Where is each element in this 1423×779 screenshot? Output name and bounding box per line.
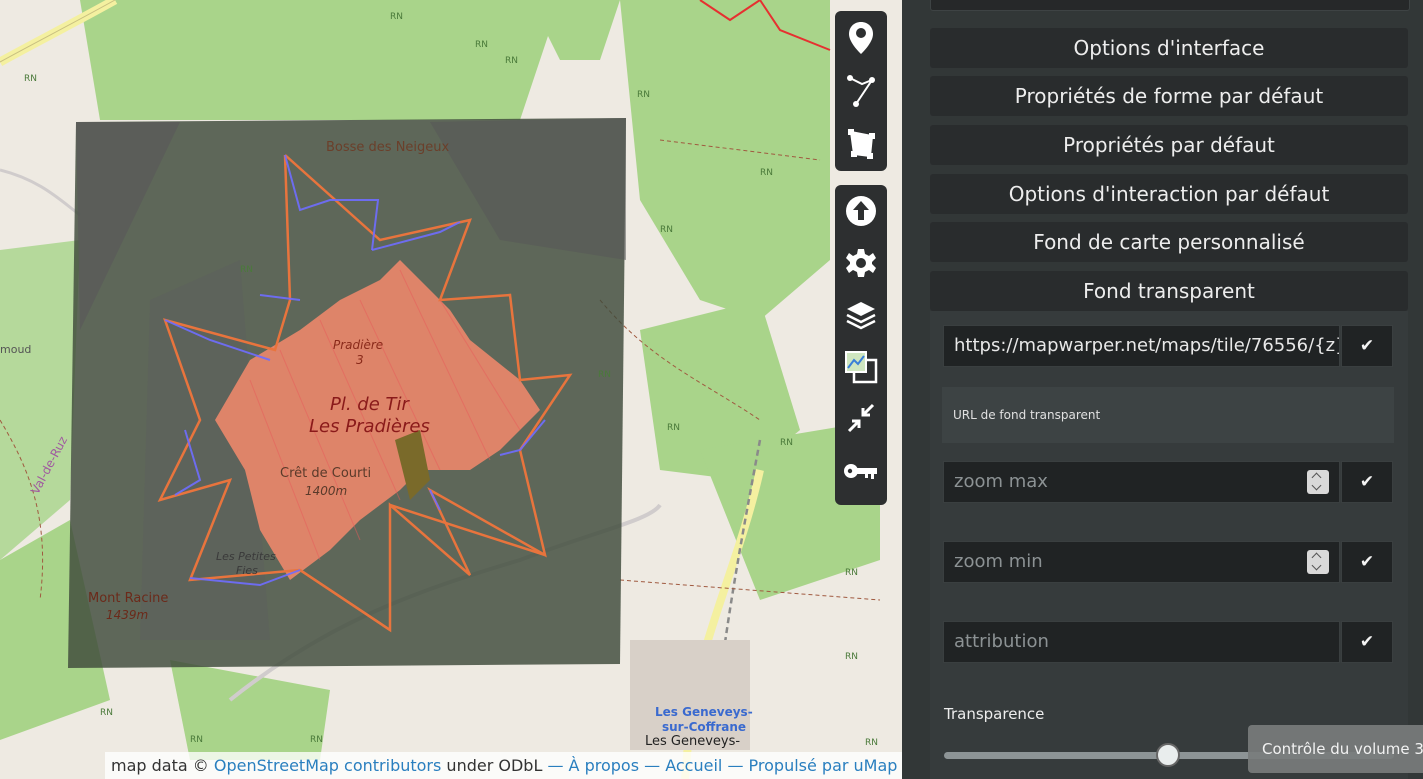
- edit-toolbar: [835, 11, 887, 171]
- home-link[interactable]: — Accueil: [644, 756, 722, 775]
- overlay-url-input[interactable]: https://mapwarper.net/maps/tile/76556/{z…: [943, 325, 1340, 367]
- map-label-mont-racine-alt: 1439m: [106, 608, 149, 622]
- rn-marker: RN: [780, 438, 793, 448]
- zoom-min-stepper[interactable]: [1307, 550, 1329, 574]
- osm-link[interactable]: OpenStreetMap contributors: [214, 756, 442, 775]
- volume-tooltip: Contrôle du volume 31: [1248, 725, 1423, 773]
- zoom-max-row: zoom max ✔: [943, 461, 1393, 503]
- collapse-icon: [847, 403, 875, 433]
- rn-marker: RN: [310, 735, 323, 745]
- transparence-label: Transparence: [944, 705, 1045, 723]
- rn-marker: RN: [845, 652, 858, 662]
- rn-marker: RN: [660, 225, 673, 235]
- add-marker-button[interactable]: [835, 12, 887, 64]
- tilelayer-button[interactable]: [835, 341, 887, 393]
- zoom-max-confirm-button[interactable]: ✔: [1341, 461, 1393, 503]
- rn-marker: RN: [865, 738, 878, 748]
- zoom-min-row: zoom min ✔: [943, 541, 1393, 583]
- upload-icon: [846, 196, 876, 226]
- rn-marker: RN: [240, 265, 253, 275]
- map-tiles: [0, 0, 902, 779]
- about-link[interactable]: — À propos: [547, 756, 639, 775]
- tilelayer-icon: [845, 351, 878, 384]
- overlay-url-confirm-button[interactable]: ✔: [1341, 325, 1393, 367]
- map-label-pradiere-num: 3: [356, 353, 364, 367]
- rn-marker: RN: [24, 74, 37, 84]
- section-default-properties[interactable]: Propriétés par défaut: [930, 125, 1408, 165]
- rn-marker: RN: [475, 40, 488, 50]
- layers-button[interactable]: [835, 289, 887, 341]
- map-label-pradieres: Les Pradières: [309, 416, 430, 437]
- permissions-button[interactable]: [835, 445, 887, 497]
- map-label-geneveys-town: Les Geneveys-: [645, 734, 741, 749]
- map-label-petites: Les Petites: [216, 550, 276, 563]
- section-custom-background[interactable]: Fond de carte personnalisé: [930, 222, 1408, 262]
- rn-marker: RN: [390, 12, 403, 22]
- zoom-min-input[interactable]: zoom min: [943, 541, 1340, 583]
- map-label-geneveys-2: sur-Coffrane: [662, 720, 747, 734]
- map-label-pradiere: Pradière: [333, 338, 384, 352]
- attribution-row: attribution ✔: [943, 621, 1393, 663]
- key-icon: [844, 464, 877, 479]
- import-button[interactable]: [835, 185, 887, 237]
- zoom-min-confirm-button[interactable]: ✔: [1341, 541, 1393, 583]
- map-view[interactable]: Bosse des Neigeux Pradière 3 Pl. de Tir …: [0, 0, 902, 779]
- gear-icon: [846, 249, 876, 277]
- center-map-button[interactable]: [835, 393, 887, 445]
- section-default-interaction-options[interactable]: Options d'interaction par défaut: [930, 174, 1408, 214]
- zoom-max-input[interactable]: zoom max: [943, 461, 1340, 503]
- attribution-prefix: map data ©: [111, 756, 214, 775]
- attribution-input[interactable]: attribution: [943, 621, 1340, 663]
- polyline-icon: [847, 74, 875, 107]
- settings-panel: Options d'interface Propriétés de forme …: [902, 0, 1423, 779]
- powered-by-link[interactable]: — Propulsé par uMap: [727, 756, 897, 775]
- transparence-slider-thumb[interactable]: [1156, 743, 1180, 767]
- map-label-cret: Crêt de Courti: [280, 466, 372, 481]
- attribution-confirm-button[interactable]: ✔: [1341, 621, 1393, 663]
- rn-marker: RN: [845, 568, 858, 578]
- attribution-license: under ODbL: [441, 756, 548, 775]
- map-label-moud: moud: [0, 343, 32, 356]
- section-default-shape-properties[interactable]: Propriétés de forme par défaut: [930, 76, 1408, 116]
- attribution-bar: map data © OpenStreetMap contributors un…: [105, 752, 902, 779]
- rn-marker: RN: [637, 90, 650, 100]
- section-overlay-background[interactable]: Fond transparent: [930, 271, 1408, 311]
- map-label-cret-alt: 1400m: [305, 484, 348, 498]
- map-label-pl-tir: Pl. de Tir: [330, 394, 409, 415]
- map-settings-button[interactable]: [835, 237, 887, 289]
- rn-marker: RN: [598, 370, 611, 380]
- map-label-mont-racine: Mont Racine: [88, 591, 169, 606]
- polygon-icon: [848, 129, 875, 160]
- rn-marker: RN: [190, 735, 203, 745]
- map-label-fies: Fies: [236, 564, 258, 577]
- settings-toolbar: [835, 185, 887, 505]
- zoom-max-stepper[interactable]: [1307, 470, 1329, 494]
- rn-marker: RN: [760, 168, 773, 178]
- rn-marker: RN: [505, 56, 518, 66]
- draw-polygon-button[interactable]: [835, 118, 887, 170]
- overlay-url-row: https://mapwarper.net/maps/tile/76556/{z…: [943, 325, 1393, 367]
- rn-marker: RN: [667, 423, 680, 433]
- section-interface-options[interactable]: Options d'interface: [930, 28, 1408, 68]
- map-label-geneveys-1: Les Geneveys-: [655, 705, 753, 719]
- previous-field[interactable]: [930, 0, 1410, 11]
- marker-icon: [849, 21, 873, 54]
- overlay-url-help: URL de fond transparent: [942, 387, 1394, 443]
- map-label-bosse: Bosse des Neigeux: [326, 140, 450, 155]
- rn-marker: RN: [100, 708, 113, 718]
- draw-polyline-button[interactable]: [835, 65, 887, 117]
- layers-icon: [846, 302, 876, 330]
